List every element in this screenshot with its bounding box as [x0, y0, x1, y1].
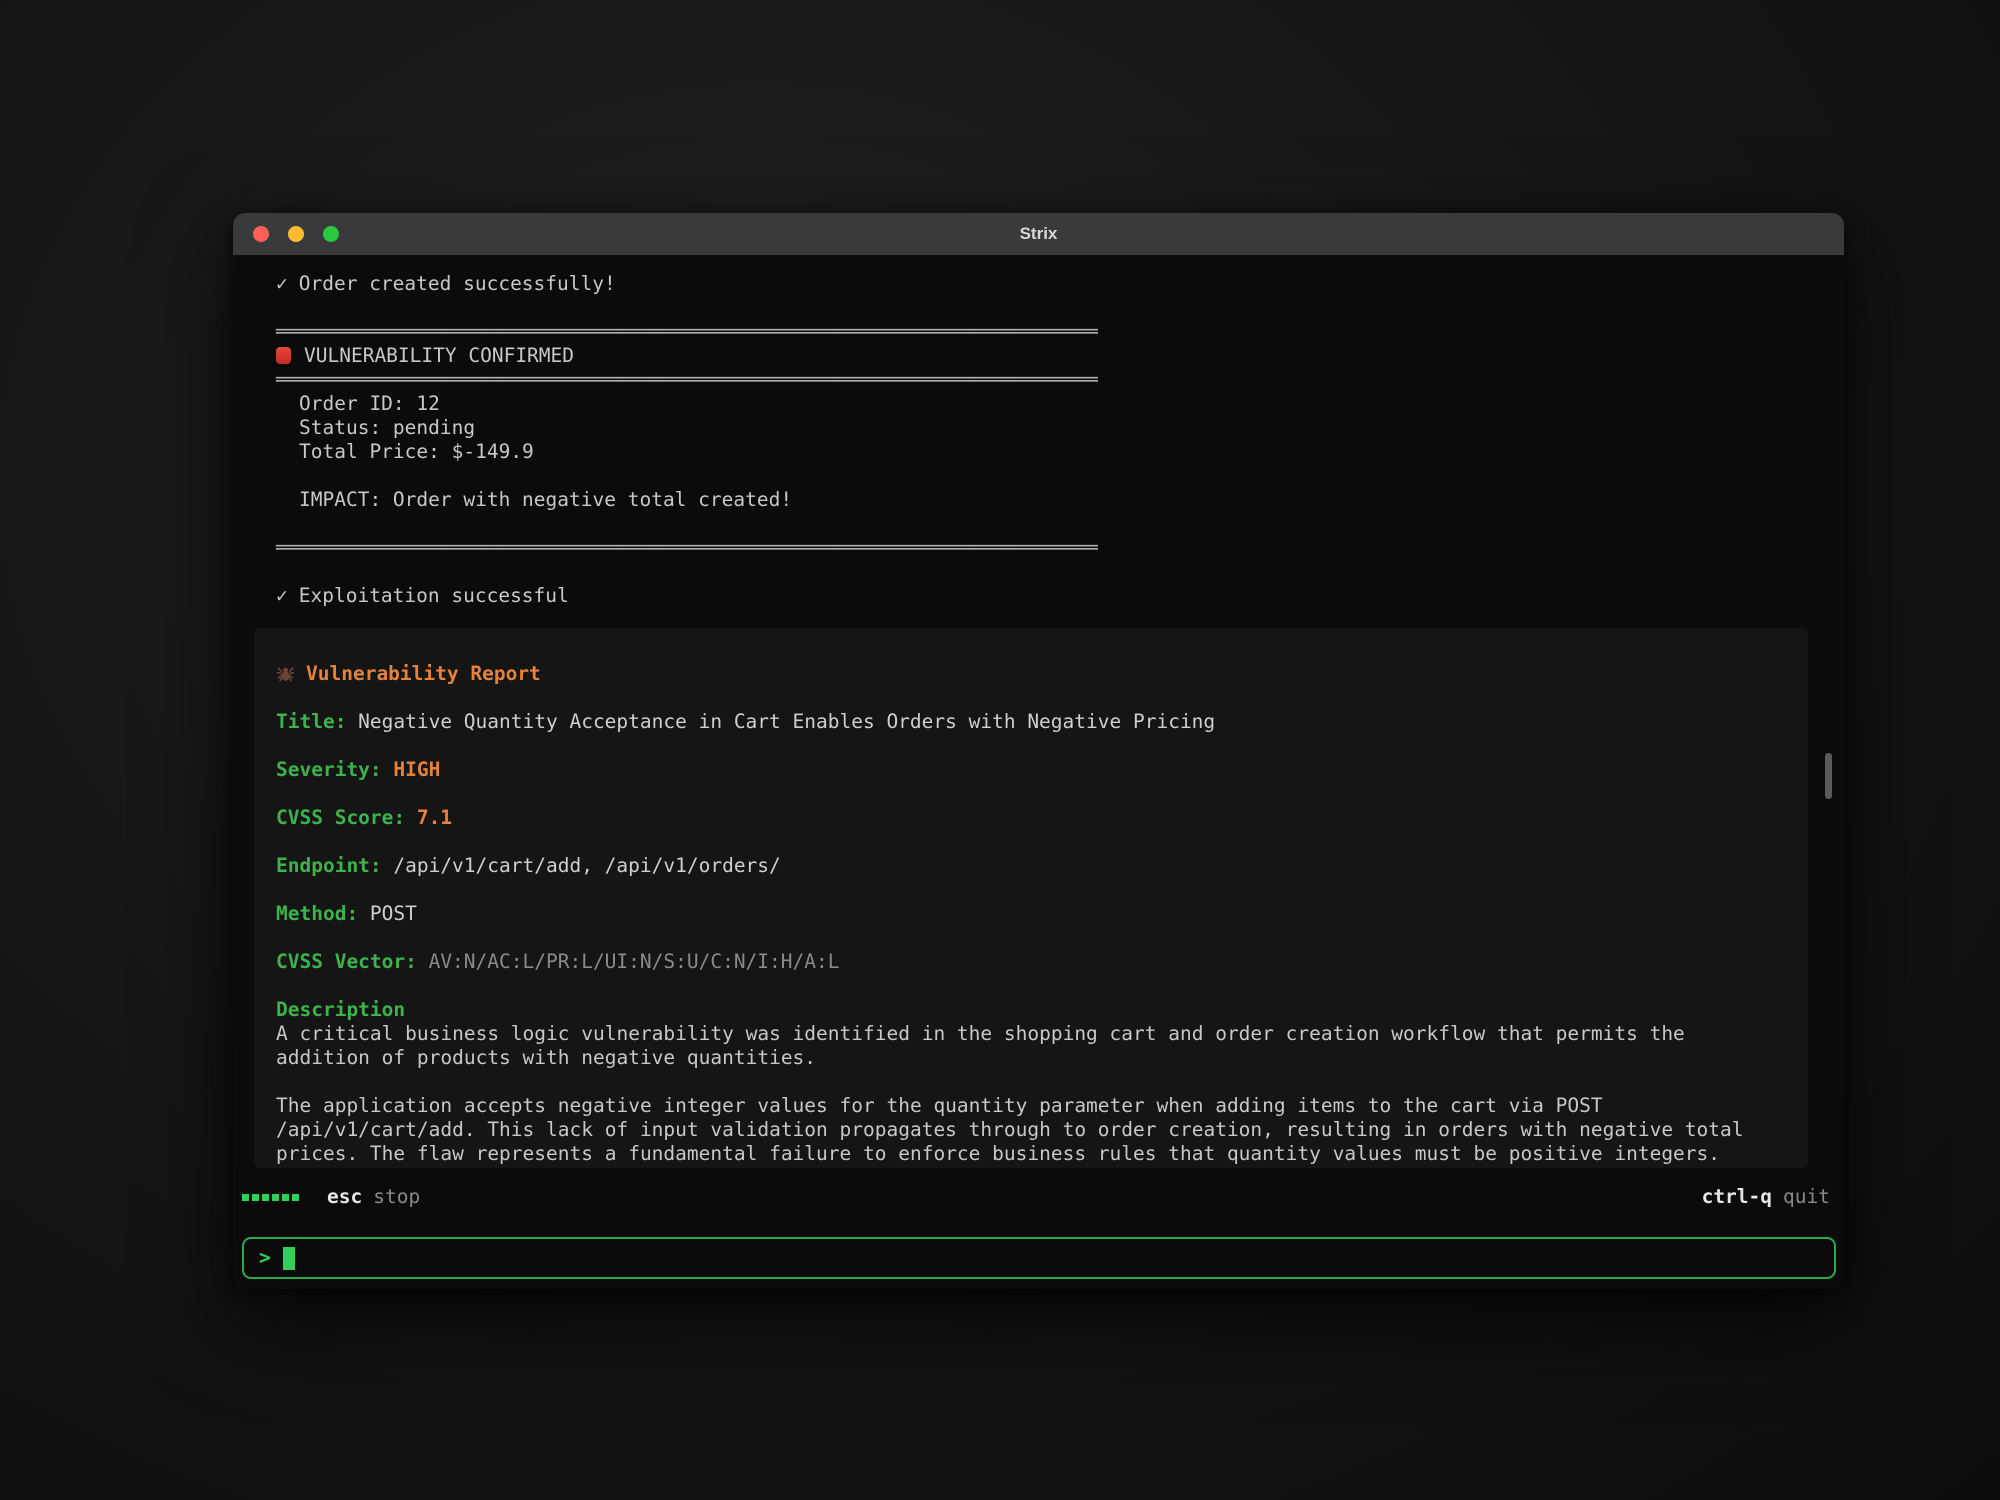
spacer — [276, 734, 1782, 758]
spinner-dot — [252, 1194, 259, 1201]
spacer — [276, 878, 1782, 902]
success-text: Order created successfully! — [299, 272, 616, 295]
description-heading: Description — [276, 998, 1782, 1022]
order-id-line: Order ID: 12 — [276, 392, 1844, 416]
title-value: Negative Quantity Acceptance in Cart Ena… — [358, 710, 1215, 733]
report-method-row: Method: POST — [276, 902, 1782, 926]
exploitation-message: ✓ Exploitation successful — [276, 584, 1844, 608]
strix-window: Strix ✓ Order created successfully! ═════… — [233, 213, 1844, 1289]
spinner-dot — [282, 1194, 289, 1201]
cvss-score-label: CVSS Score: — [276, 806, 405, 829]
spacer — [276, 926, 1782, 950]
check-icon: ✓ — [276, 584, 288, 607]
spinner-icon — [242, 1194, 299, 1201]
spacer — [276, 830, 1782, 854]
terminal-log: ✓ Order created successfully! ═══════════… — [233, 255, 1844, 608]
scrollbar-thumb[interactable] — [1825, 753, 1832, 799]
spacer — [276, 974, 1782, 998]
spider-icon — [276, 664, 295, 689]
spacer — [276, 1070, 1782, 1094]
check-icon: ✓ — [276, 272, 288, 295]
separator-line: ════════════════════════════════════════… — [276, 368, 1844, 392]
report-heading: Vulnerability Report — [276, 662, 1782, 686]
success-message: ✓ Order created successfully! — [276, 272, 1844, 296]
spinner-dot — [262, 1194, 269, 1201]
method-value: POST — [370, 902, 417, 925]
report-severity-row: Severity: HIGH — [276, 758, 1782, 782]
spacer — [276, 686, 1782, 710]
title-label: Title: — [276, 710, 346, 733]
endpoint-label: Endpoint: — [276, 854, 382, 877]
spacer — [276, 512, 1844, 536]
separator-line: ════════════════════════════════════════… — [276, 320, 1844, 344]
report-cvss-row: CVSS Score: 7.1 — [276, 806, 1782, 830]
confirmed-text: VULNERABILITY CONFIRMED — [304, 344, 574, 367]
ctrl-q-key[interactable]: ctrl-q — [1702, 1185, 1772, 1209]
report-endpoint-row: Endpoint: /api/v1/cart/add, /api/v1/order… — [276, 854, 1782, 878]
impact-line: IMPACT: Order with negative total create… — [276, 488, 1844, 512]
text-cursor — [283, 1247, 295, 1270]
status-bar: esc stop ctrl-q quit — [233, 1184, 1844, 1210]
desktop-background: Strix ✓ Order created successfully! ═════… — [0, 0, 2000, 1500]
spinner-dot — [272, 1194, 279, 1201]
separator-line: ════════════════════════════════════════… — [276, 536, 1844, 560]
exploitation-text: Exploitation successful — [299, 584, 569, 607]
cvss-vector-label: CVSS Vector: — [276, 950, 417, 973]
cvss-vector-value: AV:N/AC:L/PR:L/UI:N/S:U/C:N/I:H/A:L — [429, 950, 840, 973]
vulnerability-confirmed-heading: VULNERABILITY CONFIRMED — [276, 344, 1844, 368]
window-title: Strix — [233, 224, 1844, 244]
alert-icon — [276, 347, 291, 364]
window-titlebar[interactable]: Strix — [233, 213, 1844, 255]
endpoint-value: /api/v1/cart/add, /api/v1/orders/ — [393, 854, 780, 877]
severity-value: HIGH — [393, 758, 440, 781]
description-paragraph: The application accepts negative integer… — [276, 1094, 1782, 1166]
quit-label: quit — [1783, 1185, 1830, 1209]
spacer — [276, 560, 1844, 584]
total-price-line: Total Price: $-149.9 — [276, 440, 1844, 464]
prompt-symbol: > — [259, 1246, 271, 1270]
report-title-row: Title: Negative Quantity Acceptance in Ca… — [276, 710, 1782, 734]
cvss-score-value: 7.1 — [417, 806, 452, 829]
description-paragraph: A critical business logic vulnerability … — [276, 1022, 1782, 1070]
vulnerability-report-panel: Vulnerability Report Title: Negative Quan… — [254, 628, 1808, 1168]
spacer — [276, 296, 1844, 320]
esc-key[interactable]: esc — [327, 1185, 362, 1209]
spinner-dot — [242, 1194, 249, 1201]
terminal-content: ✓ Order created successfully! ═══════════… — [233, 255, 1844, 1289]
severity-label: Severity: — [276, 758, 382, 781]
order-status-line: Status: pending — [276, 416, 1844, 440]
method-label: Method: — [276, 902, 358, 925]
command-input[interactable]: > — [242, 1237, 1836, 1279]
report-heading-text: Vulnerability Report — [306, 662, 541, 685]
report-vector-row: CVSS Vector: AV:N/AC:L/PR:L/UI:N/S:U/C:N/… — [276, 950, 1782, 974]
spacer — [276, 464, 1844, 488]
stop-label: stop — [373, 1185, 420, 1209]
spinner-dot — [292, 1194, 299, 1201]
spacer — [276, 782, 1782, 806]
